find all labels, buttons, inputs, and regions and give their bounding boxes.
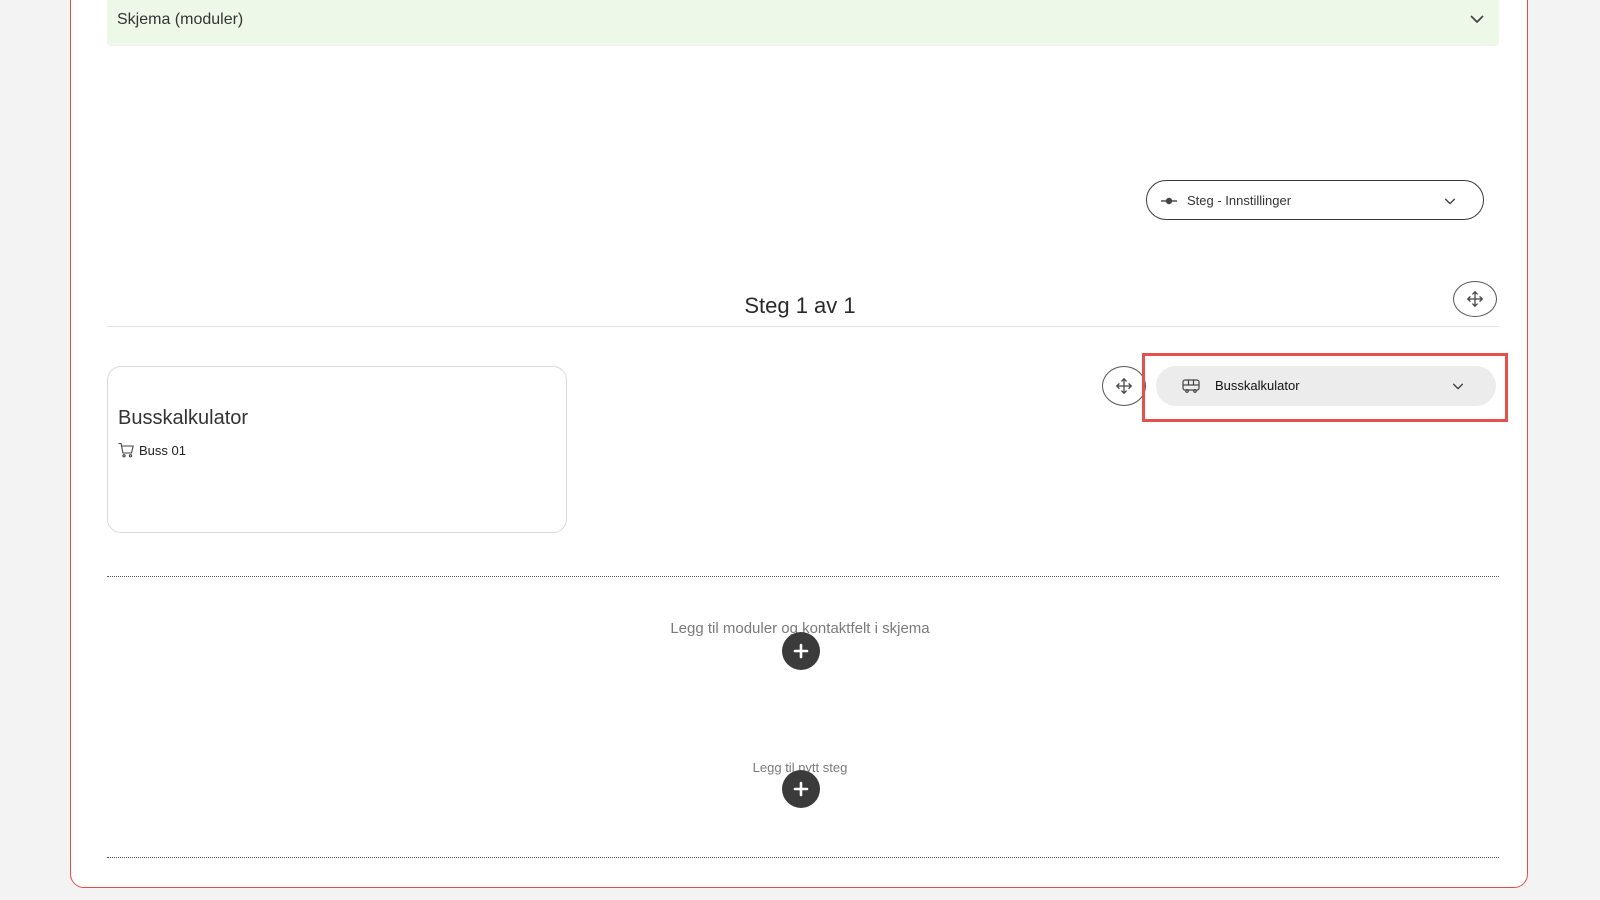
bus-icon xyxy=(1182,379,1200,393)
modules-divider xyxy=(107,576,1499,577)
section-title: Skjema (moduler) xyxy=(117,11,244,28)
plus-icon xyxy=(793,643,809,659)
chevron-down-icon xyxy=(1444,198,1456,205)
cart-icon xyxy=(118,442,134,458)
step-settings-dropdown[interactable]: Steg - Innstillinger xyxy=(1146,180,1484,220)
move-module-button[interactable] xyxy=(1102,366,1146,406)
form-editor-frame: Skjema (moduler) Steg - Innstillinger St xyxy=(70,0,1528,888)
plus-icon xyxy=(793,781,809,797)
module-card-item-label: Buss 01 xyxy=(139,443,186,458)
step-divider xyxy=(107,326,1499,327)
chevron-down-icon xyxy=(1470,15,1484,23)
add-step-button[interactable] xyxy=(782,770,820,808)
steps-divider xyxy=(107,857,1499,858)
module-card-item: Buss 01 xyxy=(118,442,186,458)
step-commit-icon xyxy=(1161,197,1177,205)
add-modules-button[interactable] xyxy=(782,632,820,670)
module-card[interactable]: Busskalkulator Buss 01 xyxy=(107,366,567,533)
module-settings-label: Busskalkulator xyxy=(1215,378,1300,393)
form-modules-section-header[interactable]: Skjema (moduler) xyxy=(107,0,1499,46)
module-card-name: Busskalkulator xyxy=(118,407,249,429)
move-arrows-icon xyxy=(1116,378,1132,394)
step-title: Steg 1 av 1 xyxy=(744,293,856,318)
step-settings-label: Steg - Innstillinger xyxy=(1187,193,1292,208)
chevron-down-icon xyxy=(1452,383,1464,390)
module-settings-dropdown[interactable]: Busskalkulator xyxy=(1156,366,1496,406)
